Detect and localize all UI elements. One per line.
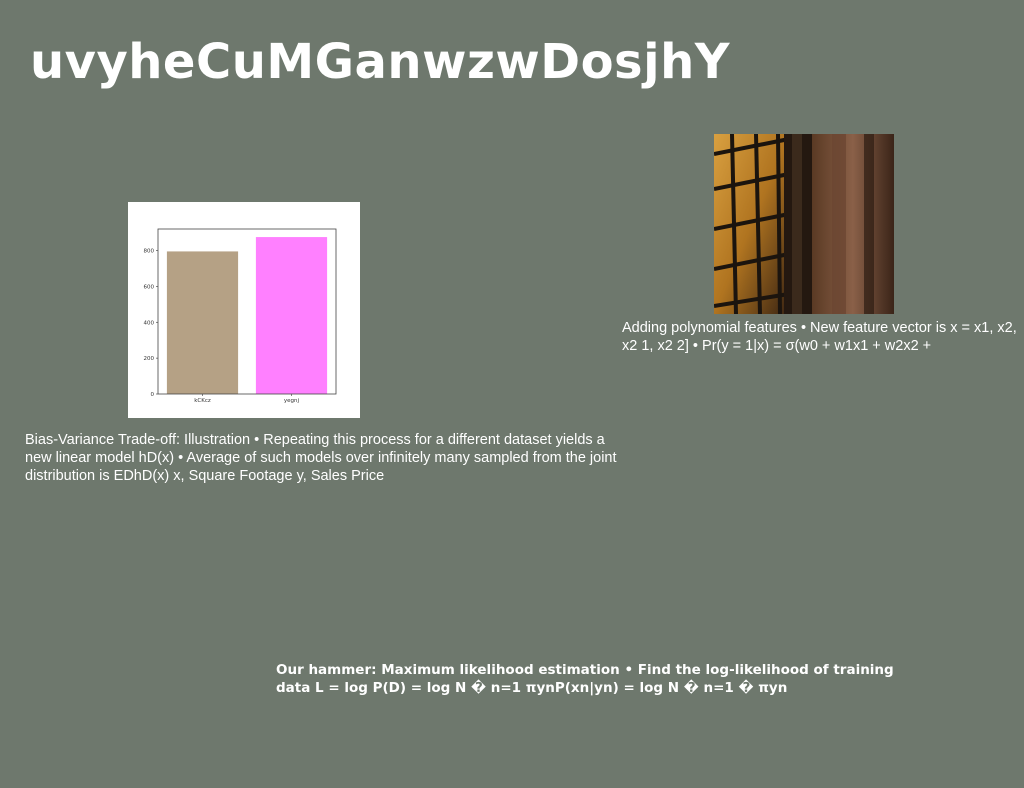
chart-y-tick-label: 800 (144, 249, 155, 255)
chart-x-tick-label: kCKcz (194, 398, 211, 404)
architecture-photo (714, 134, 894, 314)
chart-bar (166, 251, 239, 394)
chart-y-tick-label: 600 (144, 284, 155, 290)
chart-y-tick-label: 200 (144, 356, 155, 362)
caption-polynomial-features: Adding polynomial features • New feature… (622, 320, 1017, 354)
slide-title: uvyheCuMGanwzwDosjhY (30, 34, 730, 90)
chart-y-tick-label: 400 (144, 320, 155, 326)
bar-chart-svg: kCKcz yegnj 0 200 400 600 800 (144, 228, 337, 404)
bar-chart: kCKcz yegnj 0 200 400 600 800 (128, 202, 360, 418)
photo-image (714, 134, 894, 314)
caption-bias-variance: Bias-Variance Trade-off: Illustration • … (25, 432, 617, 484)
chart-bar (255, 237, 328, 394)
chart-y-tick-label: 0 (151, 392, 155, 398)
caption-maximum-likelihood: Our hammer: Maximum likelihood estimatio… (276, 662, 894, 696)
chart-x-tick-label: yegnj (284, 398, 300, 404)
